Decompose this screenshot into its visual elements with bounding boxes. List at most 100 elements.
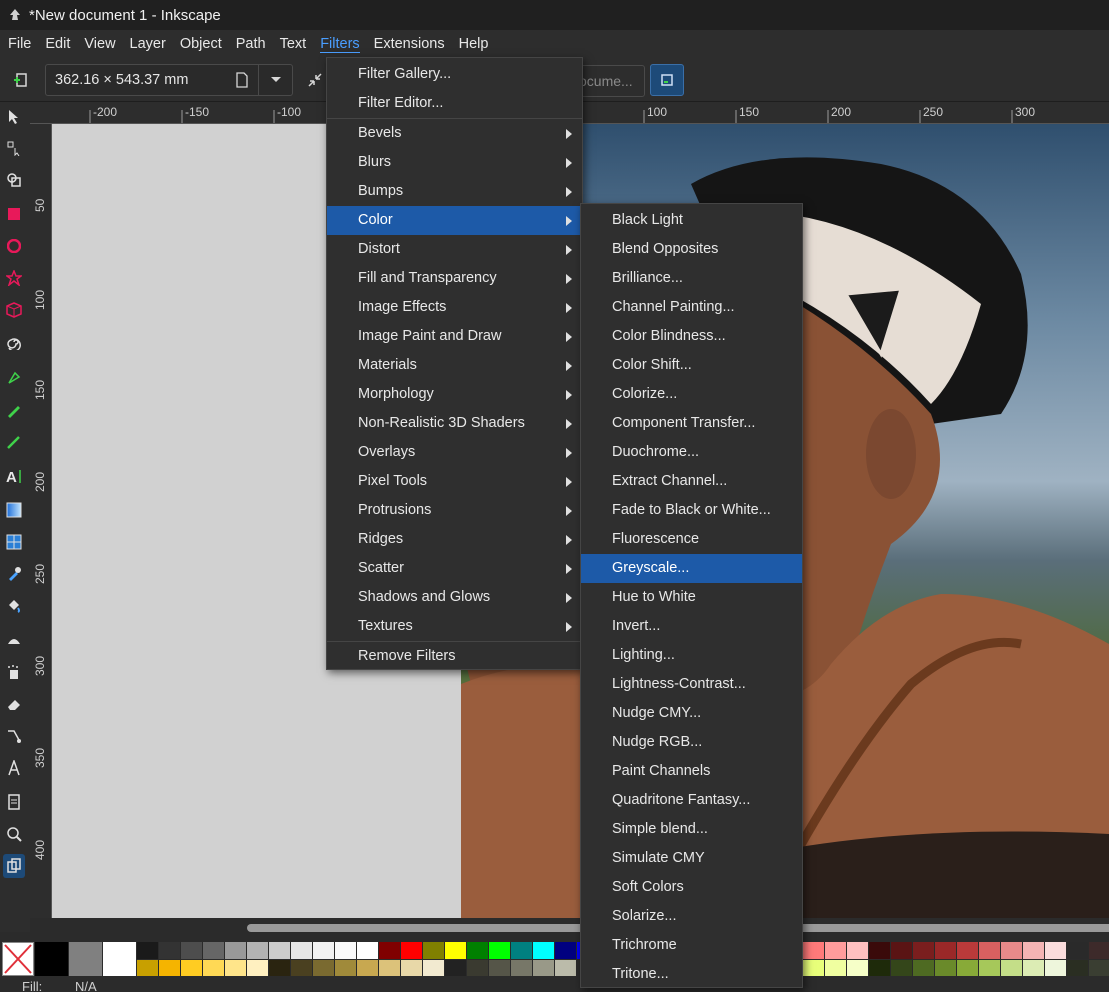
menu-item-hue-to-white[interactable]: Hue to White: [581, 583, 802, 612]
menu-path[interactable]: Path: [229, 30, 273, 59]
rectangle-tool-icon[interactable]: [3, 202, 25, 226]
palette-swatch-grid[interactable]: [137, 942, 582, 976]
menu-item-overlays[interactable]: Overlays: [327, 438, 582, 467]
menu-item-non-realistic-3d-shaders[interactable]: Non-Realistic 3D Shaders: [327, 409, 582, 438]
node-tool-icon[interactable]: [3, 136, 25, 160]
menu-edit[interactable]: Edit: [38, 30, 77, 59]
menu-item-lighting[interactable]: Lighting...: [581, 641, 802, 670]
menu-help[interactable]: Help: [452, 30, 496, 59]
menu-item-ridges[interactable]: Ridges: [327, 525, 582, 554]
swatch-black[interactable]: [35, 942, 68, 976]
menu-extensions[interactable]: Extensions: [367, 30, 452, 59]
calligraphy-tool-icon[interactable]: [3, 430, 25, 454]
pen-tool-icon[interactable]: [3, 366, 25, 390]
menu-filters[interactable]: Filters: [313, 30, 366, 59]
star-tool-icon[interactable]: [3, 266, 25, 290]
menu-item-fade-to-black-or-white[interactable]: Fade to Black or White...: [581, 496, 802, 525]
submenu-arrow-icon: [566, 448, 572, 458]
status-bar: Fill: N/A: [0, 978, 1109, 992]
menu-layer[interactable]: Layer: [123, 30, 173, 59]
none-x-icon: [4, 944, 32, 974]
document-properties-button[interactable]: [650, 64, 684, 96]
shape-builder-icon[interactable]: [3, 168, 25, 192]
menu-item-lightness-contrast[interactable]: Lightness-Contrast...: [581, 670, 802, 699]
menu-item-colorize[interactable]: Colorize...: [581, 380, 802, 409]
menu-item-simple-blend[interactable]: Simple blend...: [581, 815, 802, 844]
menu-item-component-transfer[interactable]: Component Transfer...: [581, 409, 802, 438]
swatch-white[interactable]: [103, 942, 136, 976]
menu-item-filter-gallery[interactable]: Filter Gallery...: [327, 60, 582, 89]
zoom-tool-icon[interactable]: [3, 822, 25, 846]
menu-item-morphology[interactable]: Morphology: [327, 380, 582, 409]
gradient-tool-icon[interactable]: [3, 498, 25, 522]
menu-item-materials[interactable]: Materials: [327, 351, 582, 380]
menu-item-tritone[interactable]: Tritone...: [581, 960, 802, 989]
menu-item-bumps[interactable]: Bumps: [327, 177, 582, 206]
menu-item-shadows-and-glows[interactable]: Shadows and Glows: [327, 583, 582, 612]
menu-item-quadritone-fantasy[interactable]: Quadritone Fantasy...: [581, 786, 802, 815]
menu-item-fluorescence[interactable]: Fluorescence: [581, 525, 802, 554]
swatch-grey[interactable]: [69, 942, 102, 976]
paint-bucket-icon[interactable]: [3, 594, 25, 618]
menu-item-protrusions[interactable]: Protrusions: [327, 496, 582, 525]
spray-tool-icon[interactable]: [3, 660, 25, 684]
ellipse-tool-icon[interactable]: [3, 234, 25, 258]
menu-item-distort[interactable]: Distort: [327, 235, 582, 264]
text-tool-icon[interactable]: A: [3, 464, 25, 488]
3d-box-tool-icon[interactable]: [3, 298, 25, 322]
menu-item-color-shift[interactable]: Color Shift...: [581, 351, 802, 380]
no-paint-swatch[interactable]: [2, 942, 34, 976]
pages-tool-icon[interactable]: [3, 790, 25, 814]
menu-item-simulate-cmy[interactable]: Simulate CMY: [581, 844, 802, 873]
pages-active-tool-icon[interactable]: [3, 854, 25, 878]
menu-item-color[interactable]: Color: [327, 206, 582, 235]
page-orientation-icon[interactable]: [226, 65, 258, 95]
menu-item-soft-colors[interactable]: Soft Colors: [581, 873, 802, 902]
menu-item-pixel-tools[interactable]: Pixel Tools: [327, 467, 582, 496]
menu-item-extract-channel[interactable]: Extract Channel...: [581, 467, 802, 496]
menu-item-remove-filters[interactable]: Remove Filters: [327, 642, 582, 671]
menu-item-fill-and-transparency[interactable]: Fill and Transparency: [327, 264, 582, 293]
eraser-tool-icon[interactable]: [3, 692, 25, 716]
menu-item-black-light[interactable]: Black Light: [581, 206, 802, 235]
tweak-tool-icon[interactable]: [3, 628, 25, 652]
menu-file[interactable]: File: [1, 30, 38, 59]
chevron-down-icon[interactable]: [258, 65, 292, 95]
page-tool-button[interactable]: [4, 64, 38, 96]
menu-item-filter-editor[interactable]: Filter Editor...: [327, 89, 582, 118]
dropper-tool-icon[interactable]: [3, 562, 25, 586]
menu-item-brilliance[interactable]: Brilliance...: [581, 264, 802, 293]
vertical-ruler[interactable]: 50 100 150 200 250 300 350 400: [30, 124, 52, 918]
menu-item-color-blindness[interactable]: Color Blindness...: [581, 322, 802, 351]
menu-item-blurs[interactable]: Blurs: [327, 148, 582, 177]
menu-item-paint-channels[interactable]: Paint Channels: [581, 757, 802, 786]
menu-object[interactable]: Object: [173, 30, 229, 59]
menu-item-nudge-cmy[interactable]: Nudge CMY...: [581, 699, 802, 728]
menu-item-nudge-rgb[interactable]: Nudge RGB...: [581, 728, 802, 757]
mesh-tool-icon[interactable]: [3, 530, 25, 554]
menu-item-trichrome[interactable]: Trichrome: [581, 931, 802, 960]
submenu-arrow-icon: [566, 506, 572, 516]
palette-swatch-grid-right[interactable]: [803, 942, 1109, 976]
menu-item-greyscale[interactable]: Greyscale...: [581, 554, 802, 583]
color-submenu: Black Light Blend Opposites Brilliance..…: [580, 203, 803, 988]
menu-item-image-effects[interactable]: Image Effects: [327, 293, 582, 322]
menu-text[interactable]: Text: [273, 30, 314, 59]
menu-item-blend-opposites[interactable]: Blend Opposites: [581, 235, 802, 264]
menu-item-channel-painting[interactable]: Channel Painting...: [581, 293, 802, 322]
page-size-selector[interactable]: 362.16 × 543.37 mm: [45, 64, 293, 96]
menu-item-scatter[interactable]: Scatter: [327, 554, 582, 583]
menu-item-textures[interactable]: Textures: [327, 612, 582, 641]
toolbox: A: [0, 102, 30, 932]
pencil-tool-icon[interactable]: [3, 398, 25, 422]
measure-tool-icon[interactable]: [3, 756, 25, 780]
menu-view[interactable]: View: [77, 30, 122, 59]
spiral-tool-icon[interactable]: [3, 330, 25, 354]
menu-item-solarize[interactable]: Solarize...: [581, 902, 802, 931]
selector-tool-icon[interactable]: [3, 105, 25, 129]
menu-item-invert[interactable]: Invert...: [581, 612, 802, 641]
menu-item-bevels[interactable]: Bevels: [327, 119, 582, 148]
connector-tool-icon[interactable]: [3, 724, 25, 748]
menu-item-duochrome[interactable]: Duochrome...: [581, 438, 802, 467]
menu-item-image-paint-and-draw[interactable]: Image Paint and Draw: [327, 322, 582, 351]
